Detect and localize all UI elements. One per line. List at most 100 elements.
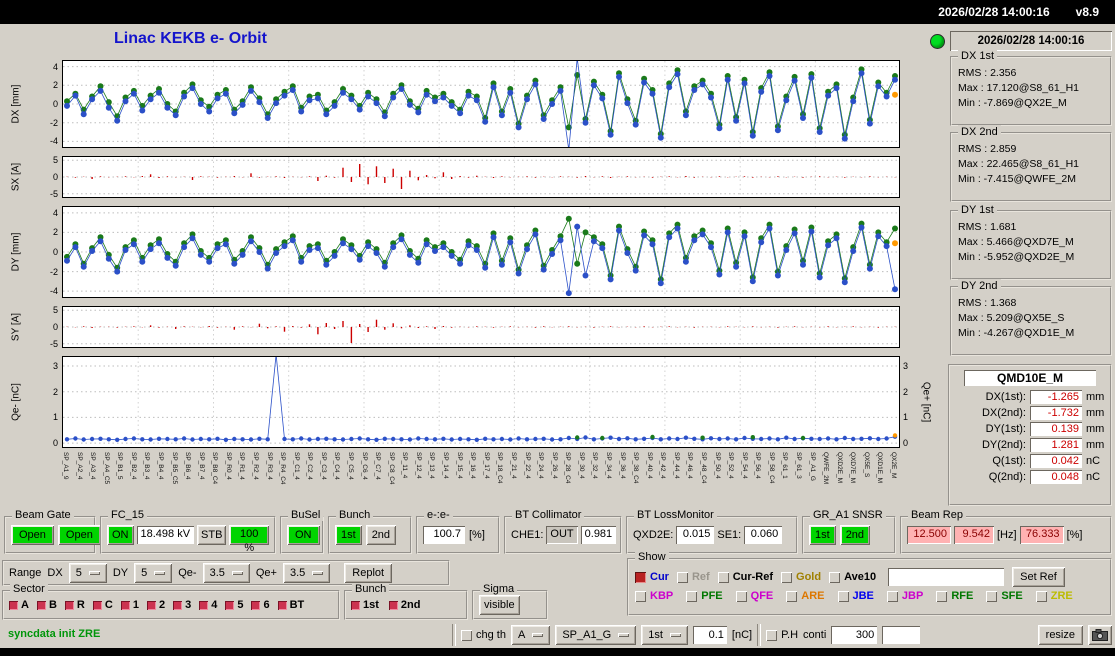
screenshot-button[interactable] (1088, 625, 1112, 645)
sigma-group: Sigma visible (472, 590, 548, 620)
dx-y-ticks: 420-2-4 (34, 61, 60, 147)
range-dy-select[interactable]: 5 (134, 563, 172, 583)
resize-button[interactable]: resize (1038, 625, 1083, 645)
show-gold-checkbox[interactable]: Gold (781, 571, 821, 583)
bunch-top-label: Bunch (336, 509, 373, 521)
show-ref-checkbox[interactable]: Ref (677, 571, 710, 583)
fc15-on-button[interactable]: ON (107, 525, 134, 545)
sector-5-toggle[interactable]: 5 (225, 599, 243, 611)
show-jbe-checkbox[interactable]: JBE (838, 590, 874, 602)
status-lamp-icon (930, 34, 945, 49)
bpm-mode-select[interactable]: SP_A1_G (555, 625, 636, 645)
gr-snsr-1st-button[interactable]: 1st (809, 525, 836, 545)
checkbox-indicator (461, 630, 472, 641)
range-qep-select[interactable]: 3.5 (283, 563, 330, 583)
sector-4-toggle[interactable]: 4 (199, 599, 217, 611)
show-cur-ref-checkbox[interactable]: Cur-Ref (718, 571, 773, 583)
y-tick-label: -2 (50, 117, 58, 129)
show-kbp-checkbox[interactable]: KBP (635, 590, 673, 602)
checkbox-indicator (677, 572, 688, 583)
toggle-indicator (351, 601, 360, 610)
show-jbp-checkbox[interactable]: JBP (887, 590, 923, 602)
x-axis-label: SP_C3_4 (320, 452, 327, 480)
show-zre-checkbox[interactable]: ZRE (1036, 590, 1073, 602)
qe-left-y-ticks: 3210 (34, 357, 60, 447)
sector-mode-select[interactable]: A (511, 625, 550, 645)
sector-3-toggle[interactable]: 3 (173, 599, 191, 611)
show-pfe-checkbox[interactable]: PFE (686, 590, 722, 602)
ref-name-entry[interactable] (888, 568, 1004, 586)
x-axis-label: QXD1E_M (876, 452, 883, 483)
sector-2-toggle[interactable]: 2 (147, 599, 165, 611)
x-axis-label: SP_42_4 (659, 452, 666, 479)
x-axis-label: SP_26_4 (551, 452, 558, 479)
sector-bt-toggle[interactable]: BT (278, 599, 305, 611)
beam-gate-open2-button[interactable]: Open (58, 525, 101, 545)
bunch-2nd-toggle[interactable]: 2nd (389, 599, 421, 611)
checkbox-indicator (686, 591, 697, 602)
threshold-entry[interactable] (693, 626, 727, 644)
conti-count-entry[interactable] (831, 626, 877, 644)
bunch-mode-select[interactable]: 1st (641, 625, 688, 645)
show-ave10-checkbox[interactable]: Ave10 (829, 571, 876, 583)
y-tick-label: 0 (53, 171, 58, 183)
toggle-indicator (65, 601, 74, 610)
range-dy-label: DY (113, 567, 128, 579)
show-sfe-checkbox[interactable]: SFE (986, 590, 1022, 602)
bunch-2nd-button[interactable]: 2nd (366, 525, 396, 545)
x-axis-label: SP_48_C4 (700, 452, 707, 483)
beam-gate-open1-button[interactable]: Open (11, 525, 54, 545)
y-tick-label: 0 (53, 321, 58, 333)
sigma-visible-button[interactable]: visible (479, 595, 520, 615)
x-axis-label: SP_34_4 (605, 452, 612, 479)
range-qep-value: 3.5 (290, 567, 305, 579)
toggle-indicator (37, 601, 46, 610)
titlebar-datetime: 2026/02/28 14:00:16 (938, 5, 1049, 19)
range-dx-select[interactable]: 5 (69, 563, 107, 583)
show-are-checkbox[interactable]: ARE (786, 590, 824, 602)
sx-axis-label: SX [A] (11, 163, 22, 191)
fc15-stb-button[interactable]: STB (197, 525, 226, 545)
ph-checkbox[interactable]: P.H (766, 629, 798, 641)
show-rfe-checkbox[interactable]: RFE (936, 590, 973, 602)
x-axis-label: SP_38_C4 (632, 452, 639, 483)
bunch-1st-toggle[interactable]: 1st (351, 599, 379, 611)
qe-plot-frame (62, 356, 900, 448)
sector-c-toggle[interactable]: C (93, 599, 113, 611)
beam-rep-percent-unit: [%] (1067, 529, 1083, 541)
set-ref-button[interactable]: Set Ref (1012, 567, 1065, 587)
show-cur-checkbox[interactable]: Cur (635, 571, 669, 583)
fc15-percent-button[interactable]: 100 % (229, 525, 269, 545)
x-axis-label: SP_R3_4 (266, 452, 273, 480)
qxd2e-value-field: 0.015 (676, 526, 714, 544)
beam-rep-label: Beam Rep (908, 509, 966, 521)
x-axis-label: SP_46_4 (686, 452, 693, 479)
checkbox-indicator (781, 572, 792, 583)
checkbox-label: JBE (853, 590, 874, 602)
option-dash-icon (232, 571, 243, 575)
sector-1-toggle[interactable]: 1 (121, 599, 139, 611)
gr-snsr-2nd-button[interactable]: 2nd (840, 525, 870, 545)
range-qem-select[interactable]: 3.5 (203, 563, 250, 583)
y-tick-label: 1 (903, 411, 908, 423)
bunch-1st-button[interactable]: 1st (335, 525, 362, 545)
page-title: Linac KEKB e- Orbit (114, 30, 267, 48)
chg-th-checkbox[interactable]: chg th (461, 629, 506, 641)
dx-2nd-stats-label: DX 2nd (958, 125, 1001, 140)
sector-b-toggle[interactable]: B (37, 599, 57, 611)
busel-on-button[interactable]: ON (287, 525, 320, 545)
show-qfe-checkbox[interactable]: QFE (736, 590, 774, 602)
ph-label: P.H (781, 629, 798, 641)
y-tick-label: 5 (53, 304, 58, 316)
toggle-indicator (199, 601, 208, 610)
x-axis-label: SP_44_4 (673, 452, 680, 479)
bpm-mode-value: SP_A1_G (562, 629, 611, 641)
replot-button[interactable]: Replot (344, 563, 392, 583)
x-axis-label: QX5E_S (863, 452, 870, 477)
sector-6-toggle[interactable]: 6 (251, 599, 269, 611)
range-qem-value: 3.5 (210, 567, 225, 579)
aux-entry[interactable] (882, 626, 920, 644)
sector-a-toggle[interactable]: A (9, 599, 29, 611)
sector-r-toggle[interactable]: R (65, 599, 85, 611)
option-dash-icon (532, 633, 543, 637)
